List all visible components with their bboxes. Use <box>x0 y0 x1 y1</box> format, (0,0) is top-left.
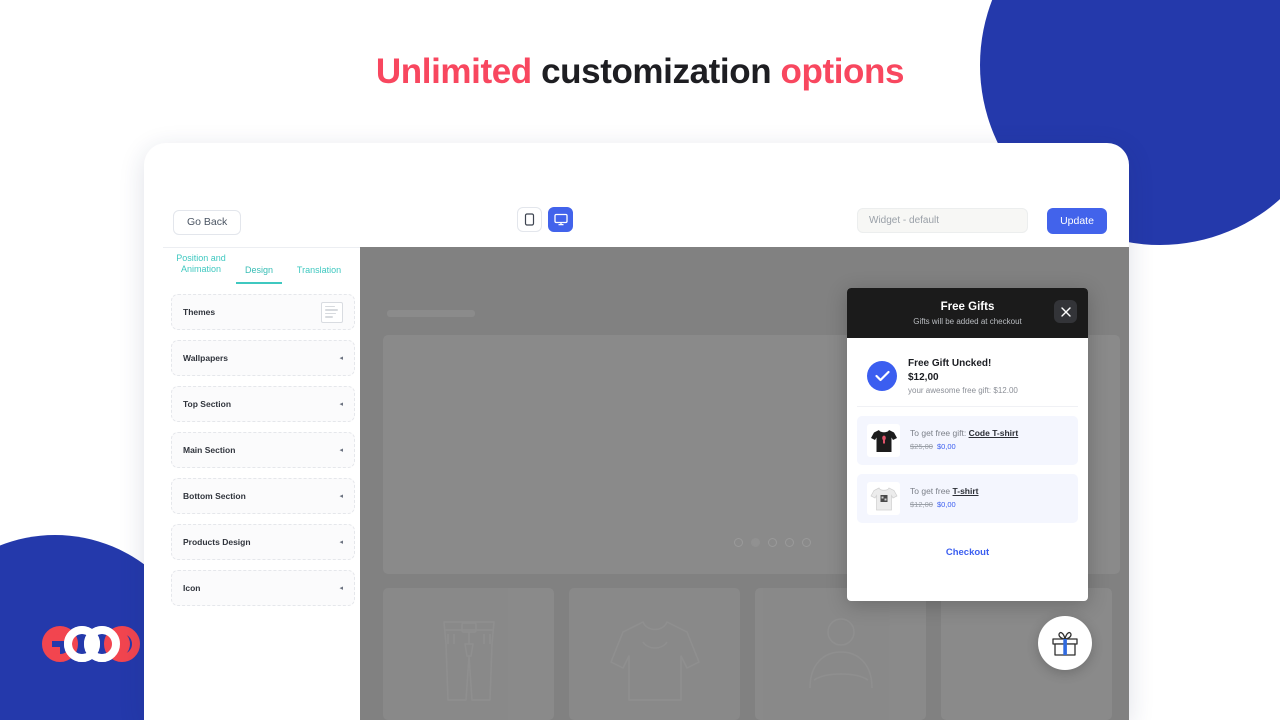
sidebar-item-products-design[interactable]: Products Design ◂ <box>171 524 355 560</box>
unlocked-gift-text: Free Gift Uncked! $12,00 your awesome fr… <box>908 357 1018 395</box>
chevron-left-icon: ◂ <box>339 493 343 500</box>
gift-floating-button[interactable] <box>1038 616 1092 670</box>
offer-prices: $12,00 $0,00 <box>910 500 979 511</box>
white-tshirt-thumbnail <box>867 482 900 515</box>
tab-position-and-animation[interactable]: Position and Animation <box>170 253 232 282</box>
sidebar-item-label: Wallpapers <box>183 353 229 363</box>
unlocked-gift-title: Free Gift Uncked! <box>908 358 992 369</box>
sweater-illustration <box>609 621 700 701</box>
shorts-illustration <box>442 621 495 701</box>
preview-product-grid <box>383 588 1112 720</box>
offer-product-link[interactable]: T-shirt <box>953 486 979 496</box>
close-button[interactable] <box>1054 300 1077 323</box>
good-logo-svg <box>42 626 140 662</box>
carousel-dot[interactable] <box>768 538 777 547</box>
sidebar-item-label: Top Section <box>183 399 232 409</box>
free-gifts-title: Free Gifts <box>940 300 995 313</box>
good-logo <box>38 626 144 662</box>
device-toggle-group <box>517 207 573 232</box>
go-back-button[interactable]: Go Back <box>173 210 242 235</box>
offer-prefix: To get free gift: <box>910 428 969 439</box>
sidebar-item-label: Themes <box>183 307 216 317</box>
sidebar-item-wallpapers[interactable]: Wallpapers ◂ <box>171 340 355 376</box>
carousel-dot[interactable] <box>734 538 743 547</box>
screenshot-root: Unlimited customization options Go Back <box>0 0 1280 720</box>
gift-offer-row[interactable]: To get free T-shirt $12,00 $0,00 <box>857 474 1078 523</box>
chevron-left-icon: ◂ <box>339 585 343 592</box>
offer-old-price: $25,00 <box>910 442 933 452</box>
design-sidebar: Position and Animation Design Translatio… <box>163 247 363 720</box>
checkmark-icon <box>874 370 890 382</box>
free-gifts-header: Free Gifts Gifts will be added at checko… <box>847 288 1088 338</box>
page-headline: Unlimited customization options <box>0 52 1280 92</box>
black-tshirt-icon <box>870 429 897 452</box>
gift-offer-text: To get free T-shirt $12,00 $0,00 <box>910 486 979 510</box>
preview-product-card[interactable] <box>569 588 740 720</box>
chevron-left-icon: ◂ <box>339 539 343 546</box>
sidebar-item-label: Main Section <box>183 445 236 455</box>
widget-name-input[interactable]: Widget - default <box>857 208 1028 233</box>
chevron-left-icon: ◂ <box>339 355 343 362</box>
offer-new-price: $0,00 <box>936 500 956 510</box>
person-illustration <box>808 618 873 689</box>
gift-offer-text: To get free gift: Code T-shirt $25,00 $0,… <box>910 428 1018 452</box>
offer-prices: $25,00 $0,00 <box>910 442 1018 453</box>
mobile-view-button[interactable] <box>517 207 542 232</box>
offer-new-price: $0,00 <box>936 442 956 452</box>
headline-part-1: Unlimited <box>375 52 532 91</box>
offer-old-price: $12,00 <box>910 500 933 510</box>
offer-prefix: To get free <box>910 486 953 497</box>
white-tshirt-icon <box>870 487 897 510</box>
unlocked-gift-description: your awesome free gift: $12.00 <box>908 386 1018 395</box>
theme-thumbnail-icon <box>321 301 343 323</box>
check-circle-icon <box>867 361 897 391</box>
unlocked-gift-row: Free Gift Uncked! $12,00 your awesome fr… <box>857 348 1078 407</box>
preview-placeholder-title <box>387 310 475 317</box>
close-icon <box>1060 306 1071 317</box>
preview-product-card[interactable] <box>383 588 554 720</box>
free-gifts-widget: Free Gifts Gifts will be added at checko… <box>847 288 1088 601</box>
preview-product-card[interactable] <box>755 588 926 720</box>
unlocked-gift-price: $12,00 <box>908 371 939 383</box>
sidebar-item-icon[interactable]: Icon ◂ <box>171 570 355 606</box>
chevron-left-icon: ◂ <box>339 447 343 454</box>
headline-part-3: options <box>780 52 905 91</box>
offer-product-link[interactable]: Code T-shirt <box>969 428 1019 438</box>
sidebar-item-bottom-section[interactable]: Bottom Section ◂ <box>171 478 355 514</box>
sidebar-item-label: Products Design <box>183 537 251 547</box>
sidebar-item-label: Icon <box>183 583 201 593</box>
checkout-link[interactable]: Checkout <box>857 547 1078 558</box>
black-tshirt-thumbnail <box>867 424 900 457</box>
free-gifts-body: Free Gift Uncked! $12,00 your awesome fr… <box>847 338 1088 558</box>
design-menu: Themes Wallpapers ◂ Top Section ◂ Main S… <box>171 294 355 616</box>
headline-part-2: customization <box>531 52 781 91</box>
sidebar-tabs: Position and Animation Design Translatio… <box>163 248 363 286</box>
carousel-dots[interactable] <box>734 538 811 547</box>
free-gifts-subtitle: Gifts will be added at checkout <box>913 317 1022 327</box>
carousel-dot-active[interactable] <box>751 538 760 547</box>
sidebar-item-themes[interactable]: Themes <box>171 294 355 330</box>
sidebar-item-main-section[interactable]: Main Section ◂ <box>171 432 355 468</box>
mobile-icon <box>524 213 535 226</box>
sidebar-item-top-section[interactable]: Top Section ◂ <box>171 386 355 422</box>
desktop-view-button[interactable] <box>548 207 573 232</box>
tab-design[interactable]: Design <box>236 253 282 285</box>
gift-box-icon <box>1052 631 1078 656</box>
update-button[interactable]: Update <box>1047 208 1107 234</box>
desktop-monitor-icon <box>553 213 568 226</box>
tab-translation[interactable]: Translation <box>286 253 352 282</box>
editor-toolbar: Go Back Widget - default Update <box>144 205 1129 247</box>
carousel-dot[interactable] <box>785 538 794 547</box>
sidebar-item-label: Bottom Section <box>183 491 246 501</box>
gift-offer-row[interactable]: To get free gift: Code T-shirt $25,00 $0,… <box>857 416 1078 465</box>
carousel-dot[interactable] <box>802 538 811 547</box>
chevron-left-icon: ◂ <box>339 401 343 408</box>
